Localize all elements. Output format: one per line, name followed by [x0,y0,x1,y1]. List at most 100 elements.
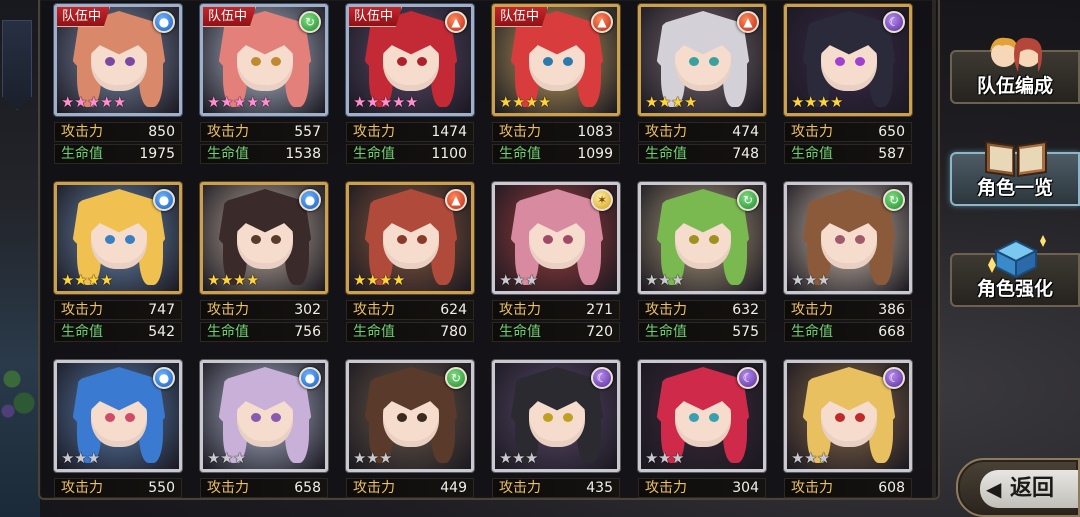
star-icon: ★ [804,93,818,111]
character-portrait[interactable]: ● ★ ★ ★ [200,360,328,472]
character-card[interactable]: ↻ 队伍中 ★ ★ ★ ★ ★ 攻击力 557 生命值 1538 [200,4,330,164]
rarity-stars: ★ ★ ★ [791,450,830,466]
character-portrait[interactable]: ● ★ ★ ★ ★ [54,182,182,294]
character-enhance-button[interactable]: 角色强化 [950,235,1080,307]
hp-label: 生命值 [61,146,103,162]
character-list-button[interactable]: 角色一览 [950,140,1080,206]
star-icon: ★ [804,449,818,467]
attack-stat: 攻击力 624 [346,300,474,320]
rarity-stars: ★ ★ ★ ★ [353,272,405,288]
star-icon: ★ [61,93,75,111]
attack-stat: 攻击力 550 [54,478,182,498]
attack-label: 攻击力 [353,480,395,496]
rarity-stars: ★ ★ ★ [499,450,538,466]
star-icon: ★ [61,271,75,289]
character-card[interactable]: ✶ ★ ★ ★ 攻击力 271 生命值 720 [492,182,622,342]
hp-label: 生命值 [645,146,687,162]
attack-label: 攻击力 [207,302,249,318]
flame-icon: ▲ [445,11,467,33]
hp-stat: 生命值 542 [54,322,182,342]
hp-label: 生命值 [791,324,833,340]
star-icon: ★ [405,93,419,111]
rarity-stars: ★ ★ ★ ★ ★ [207,94,272,110]
character-portrait[interactable]: ✶ ★ ★ ★ [492,182,620,294]
rarity-stars: ★ ★ ★ [61,450,100,466]
rarity-stars: ★ ★ ★ [499,272,538,288]
scrollbar[interactable] [932,0,936,498]
character-card[interactable]: ☾ ★ ★ ★ 攻击力 304 [638,360,768,498]
star-icon: ★ [74,93,88,111]
character-portrait[interactable]: ▲ ★ ★ ★ ★ [638,4,766,116]
character-portrait[interactable]: ↻ 队伍中 ★ ★ ★ ★ ★ [200,4,328,116]
hp-stat: 生命值 668 [784,322,912,342]
attack-value: 658 [294,480,321,496]
character-portrait[interactable]: ▲ 队伍中 ★ ★ ★ ★ [492,4,620,116]
character-card[interactable]: ● ★ ★ ★ ★ 攻击力 302 生命值 756 [200,182,330,342]
rarity-stars: ★ ★ ★ ★ [207,272,259,288]
star-icon: ★ [379,93,393,111]
character-portrait[interactable]: ↻ ★ ★ ★ [638,182,766,294]
star-icon: ★ [671,449,685,467]
hp-label: 生命值 [353,324,395,340]
character-card[interactable]: ↻ ★ ★ ★ 攻击力 449 [346,360,476,498]
character-card[interactable]: ↻ ★ ★ ★ 攻击力 632 生命值 575 [638,182,768,342]
crescent-moon-icon: ☾ [883,11,905,33]
character-portrait[interactable]: ▲ ★ ★ ★ ★ [346,182,474,294]
character-card[interactable]: ● ★ ★ ★ 攻击力 550 [54,360,184,498]
character-portrait[interactable]: ☾ ★ ★ ★ [492,360,620,472]
character-portrait[interactable]: ☾ ★ ★ ★ ★ [784,4,912,116]
party-formation-button[interactable]: 队伍编成 [950,37,1080,104]
character-card[interactable]: ● ★ ★ ★ ★ 攻击力 747 生命值 542 [54,182,184,342]
character-card[interactable]: ▲ ★ ★ ★ ★ 攻击力 624 生命值 780 [346,182,476,342]
character-card[interactable]: ☾ ★ ★ ★ 攻击力 435 [492,360,622,498]
character-portrait[interactable]: ↻ ★ ★ ★ [346,360,474,472]
character-portrait[interactable]: ● ★ ★ ★ ★ [200,182,328,294]
character-portrait[interactable]: ☾ ★ ★ ★ [638,360,766,472]
hp-value: 1975 [139,146,175,162]
attack-label: 攻击力 [61,124,103,140]
character-portrait[interactable]: ▲ 队伍中 ★ ★ ★ ★ ★ [346,4,474,116]
character-card[interactable]: ● ★ ★ ★ 攻击力 658 [200,360,330,498]
star-icon: ★ [392,271,406,289]
attack-label: 攻击力 [353,302,395,318]
character-portrait[interactable]: ↻ ★ ★ ★ [784,182,912,294]
hp-stat: 生命值 1100 [346,144,474,164]
flame-icon: ▲ [737,11,759,33]
attack-label: 攻击力 [499,480,541,496]
attack-stat: 攻击力 850 [54,122,182,142]
back-button[interactable]: ◀ 返回 [956,458,1080,517]
in-team-badge: 队伍中 [57,7,111,27]
attack-stat: 攻击力 658 [200,478,328,498]
character-card[interactable]: ▲ 队伍中 ★ ★ ★ ★ ★ 攻击力 1474 生命值 1100 [346,4,476,164]
attack-label: 攻击力 [353,124,395,140]
hp-stat: 生命值 748 [638,144,766,164]
star-icon: ★ [353,449,367,467]
character-list-panel[interactable]: ● 队伍中 ★ ★ ★ ★ ★ 攻击力 850 生命值 1975 ↻ 队伍中 ★ ★ ★ ★ ★ 攻击力 557 生命值… [38,0,940,500]
hp-value: 587 [878,146,905,162]
attack-value: 747 [148,302,175,318]
character-card[interactable]: ☾ ★ ★ ★ 攻击力 608 [784,360,914,498]
character-portrait[interactable]: ☾ ★ ★ ★ [784,360,912,472]
character-card[interactable]: ▲ ★ ★ ★ ★ 攻击力 474 生命值 748 [638,4,768,164]
wind-swirl-icon: ↻ [445,367,467,389]
character-portrait[interactable]: ● ★ ★ ★ [54,360,182,472]
attack-label: 攻击力 [61,302,103,318]
star-icon: ★ [207,93,221,111]
star-icon: ★ [87,271,101,289]
attack-value: 850 [148,124,175,140]
character-card[interactable]: ↻ ★ ★ ★ 攻击力 386 生命值 668 [784,182,914,342]
hp-label: 生命值 [499,324,541,340]
hp-value: 668 [878,324,905,340]
character-card[interactable]: ☾ ★ ★ ★ ★ 攻击力 650 生命值 587 [784,4,914,164]
character-card[interactable]: ● 队伍中 ★ ★ ★ ★ ★ 攻击力 850 生命值 1975 [54,4,184,164]
character-card[interactable]: ▲ 队伍中 ★ ★ ★ ★ 攻击力 1083 生命值 1099 [492,4,622,164]
hp-value: 1538 [285,146,321,162]
star-icon: ★ [499,93,513,111]
rarity-stars: ★ ★ ★ ★ ★ [353,94,418,110]
character-portrait[interactable]: ● 队伍中 ★ ★ ★ ★ ★ [54,4,182,116]
star-icon: ★ [525,93,539,111]
star-icon: ★ [379,449,393,467]
wind-swirl-icon: ↻ [737,189,759,211]
crescent-moon-icon: ☾ [591,367,613,389]
in-team-badge: 队伍中 [495,7,549,27]
